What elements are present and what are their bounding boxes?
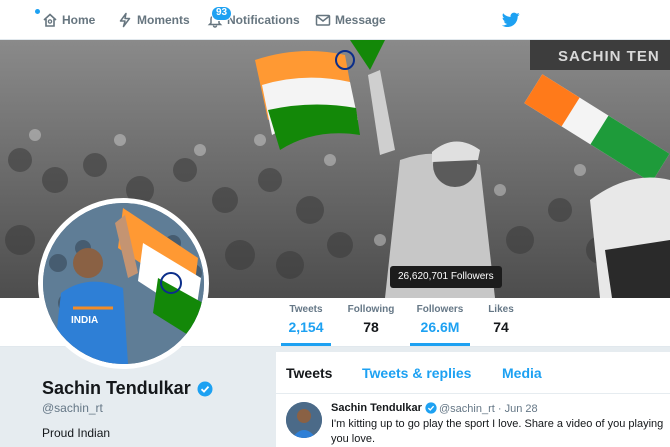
- stat-active-indicator: [281, 343, 331, 346]
- followers-tooltip: 26,620,701 Followers: [390, 266, 502, 288]
- stat-followers-label: Followers: [416, 304, 464, 315]
- twitter-bird-icon[interactable]: [502, 12, 520, 28]
- svg-text:INDIA: INDIA: [71, 315, 98, 326]
- stat-followers-value: 26.6M: [420, 319, 460, 335]
- stat-likes[interactable]: Likes 74: [484, 304, 518, 335]
- stat-hover-indicator: [410, 343, 470, 346]
- tab-tweets[interactable]: Tweets: [286, 365, 332, 381]
- nav-moments[interactable]: Moments: [117, 0, 190, 40]
- nav-messages[interactable]: Message: [315, 0, 386, 40]
- timeline-tabs: Tweets Tweets & replies Media: [276, 352, 670, 394]
- avatar-photo: INDIA: [43, 203, 204, 364]
- messages-icon: [315, 14, 331, 26]
- profile-bio: Proud Indian: [42, 426, 111, 440]
- profile-name-text: Sachin Tendulkar: [42, 378, 191, 398]
- notifications-count-badge: 93: [211, 6, 233, 21]
- tweet-date[interactable]: Jun 28: [505, 403, 538, 415]
- moments-icon: [119, 12, 131, 28]
- tab-media[interactable]: Media: [502, 365, 542, 381]
- home-icon: [43, 13, 57, 27]
- tweet-handle[interactable]: @sachin_rt: [439, 403, 495, 415]
- banner-overlay-text: SACHIN TEN: [558, 48, 660, 65]
- tweet-author-name: Sachin Tendulkar: [331, 402, 422, 414]
- nav-home-label: Home: [62, 13, 96, 27]
- profile-name[interactable]: Sachin Tendulkar: [42, 378, 213, 399]
- tweet-separator: ·: [497, 403, 505, 415]
- nav-messages-label: Message: [335, 13, 386, 27]
- tweet-author[interactable]: Sachin Tendulkar: [331, 402, 437, 414]
- tweet-avatar-photo: [286, 402, 322, 438]
- nav-moments-label: Moments: [137, 13, 190, 27]
- top-navigation: Home Moments Notifications 93 Message: [0, 0, 670, 40]
- tweet-avatar[interactable]: [286, 402, 322, 438]
- stat-following-label: Following: [347, 304, 395, 315]
- new-content-dot: [35, 9, 40, 14]
- stat-tweets-label: Tweets: [289, 304, 323, 315]
- nav-home[interactable]: Home: [42, 0, 95, 40]
- verified-icon: [197, 381, 213, 396]
- nav-notifications-label: Notifications: [227, 13, 300, 27]
- tab-tweets-and-replies[interactable]: Tweets & replies: [362, 365, 471, 381]
- profile-avatar[interactable]: INDIA: [38, 198, 209, 369]
- stat-tweets-value: 2,154: [288, 319, 324, 335]
- stat-following[interactable]: Following 78: [346, 304, 396, 335]
- verified-icon: [425, 402, 437, 414]
- stat-likes-value: 74: [493, 319, 509, 335]
- stat-followers[interactable]: Followers 26.6M: [410, 304, 470, 346]
- tweet-meta: @sachin_rt · Jun 28: [439, 403, 538, 415]
- timeline: Tweets Tweets & replies Media Sachin Ten…: [276, 352, 670, 447]
- stat-following-value: 78: [363, 319, 379, 335]
- stat-likes-label: Likes: [488, 304, 514, 315]
- tweet-text: I'm kitting up to go play the sport I lo…: [331, 418, 664, 445]
- profile-handle[interactable]: @sachin_rt: [42, 401, 103, 415]
- stat-tweets[interactable]: Tweets 2,154: [281, 304, 331, 346]
